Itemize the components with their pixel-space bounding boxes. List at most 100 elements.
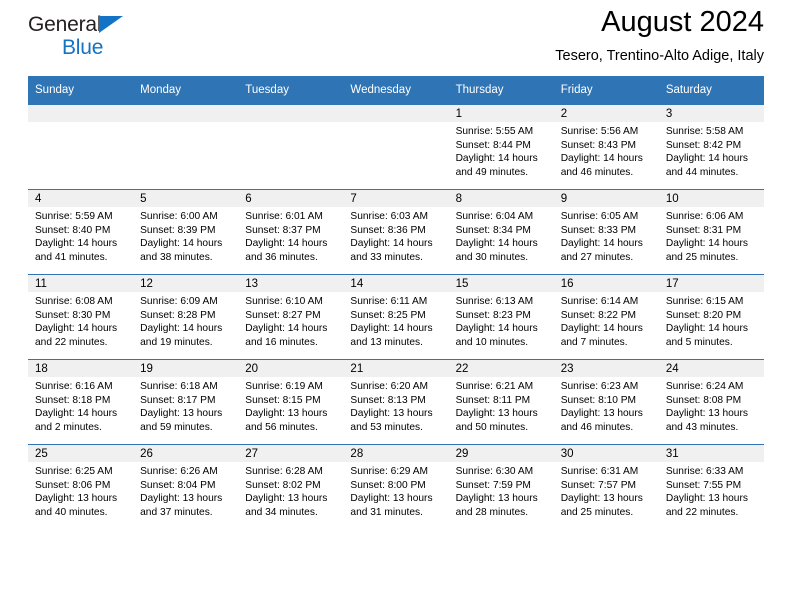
day-details: Sunrise: 6:19 AM Sunset: 8:15 PM Daylight:… bbox=[238, 377, 343, 434]
calendar-day-cell[interactable]: 9 Sunrise: 6:05 AM Sunset: 8:33 PM Daylight… bbox=[553, 189, 659, 275]
day-number: 29 bbox=[448, 445, 554, 462]
daylight-text-line1: Daylight: 13 hours bbox=[455, 408, 538, 420]
daylight-text-line1: Daylight: 14 hours bbox=[665, 323, 748, 335]
calendar-day-cell[interactable]: 11 Sunrise: 6:08 AM Sunset: 8:30 PM Dayligh… bbox=[28, 274, 134, 360]
calendar-day-cell[interactable]: 12 Sunrise: 6:09 AM Sunset: 8:28 PM Dayligh… bbox=[133, 274, 239, 360]
calendar-day-cell[interactable]: 21 Sunrise: 6:20 AM Sunset: 8:13 PM Dayligh… bbox=[343, 359, 449, 445]
calendar-day-cell[interactable]: 5 Sunrise: 6:00 AM Sunset: 8:39 PM Daylight… bbox=[133, 189, 239, 275]
daylight-text-line1: Daylight: 13 hours bbox=[35, 493, 118, 505]
day-details: Sunrise: 6:18 AM Sunset: 8:17 PM Daylight:… bbox=[133, 377, 238, 434]
daylight-text-line1: Daylight: 14 hours bbox=[140, 238, 223, 250]
calendar-day-cell[interactable]: 3 Sunrise: 5:58 AM Sunset: 8:42 PM Daylight… bbox=[658, 104, 764, 190]
calendar-day-cell[interactable]: 10 Sunrise: 6:06 AM Sunset: 8:31 PM Dayligh… bbox=[658, 189, 764, 275]
daylight-text-line1: Daylight: 13 hours bbox=[140, 408, 223, 420]
calendar-day-cell[interactable]: 6 Sunrise: 6:01 AM Sunset: 8:37 PM Daylight… bbox=[238, 189, 344, 275]
calendar-day-cell[interactable]: 18 Sunrise: 6:16 AM Sunset: 8:18 PM Dayligh… bbox=[28, 359, 134, 445]
calendar-day-cell[interactable]: 27 Sunrise: 6:28 AM Sunset: 8:02 PM Dayligh… bbox=[238, 444, 344, 529]
calendar-day-cell[interactable]: 2 Sunrise: 5:56 AM Sunset: 8:43 PM Daylight… bbox=[553, 104, 659, 190]
sunrise-text: Sunrise: 6:20 AM bbox=[350, 381, 429, 392]
sunrise-text: Sunrise: 6:28 AM bbox=[245, 466, 323, 477]
day-number: 20 bbox=[238, 360, 344, 377]
sunset-text: Sunset: 7:57 PM bbox=[560, 479, 637, 491]
calendar-day-cell[interactable]: 15 Sunrise: 6:13 AM Sunset: 8:23 PM Dayligh… bbox=[448, 274, 554, 360]
sunrise-text: Sunrise: 6:18 AM bbox=[140, 381, 218, 392]
daylight-text-line1: Daylight: 14 hours bbox=[560, 153, 643, 165]
calendar-week-row: 25 Sunrise: 6:25 AM Sunset: 8:06 PM Dayligh… bbox=[28, 444, 764, 529]
sunrise-text: Sunrise: 6:14 AM bbox=[560, 296, 639, 307]
day-number: 6 bbox=[238, 190, 344, 207]
calendar-day-cell[interactable]: 13 Sunrise: 6:10 AM Sunset: 8:27 PM Dayligh… bbox=[238, 274, 344, 360]
general-blue-logo[interactable]: General Blue bbox=[28, 14, 146, 58]
calendar-day-cell[interactable]: 24 Sunrise: 6:24 AM Sunset: 8:08 PM Dayligh… bbox=[658, 359, 764, 445]
calendar-day-cell[interactable]: 29 Sunrise: 6:30 AM Sunset: 7:59 PM Dayligh… bbox=[448, 444, 554, 529]
daylight-text-line1: Daylight: 14 hours bbox=[35, 323, 118, 335]
calendar-day-cell[interactable]: 20 Sunrise: 6:19 AM Sunset: 8:15 PM Dayligh… bbox=[238, 359, 344, 445]
daylight-text-line1: Daylight: 14 hours bbox=[245, 238, 328, 250]
calendar-day-cell[interactable]: 8 Sunrise: 6:04 AM Sunset: 8:34 PM Daylight… bbox=[448, 189, 554, 275]
calendar-day-cell[interactable]: 19 Sunrise: 6:18 AM Sunset: 8:17 PM Dayligh… bbox=[133, 359, 239, 445]
day-details: Sunrise: 6:11 AM Sunset: 8:25 PM Daylight:… bbox=[343, 292, 448, 349]
calendar-day-cell[interactable]: 22 Sunrise: 6:21 AM Sunset: 8:11 PM Dayligh… bbox=[448, 359, 554, 445]
sunset-text: Sunset: 8:15 PM bbox=[245, 394, 321, 406]
daylight-text-line1: Daylight: 14 hours bbox=[560, 323, 643, 335]
sunset-text: Sunset: 7:55 PM bbox=[665, 479, 742, 491]
sunrise-text: Sunrise: 6:30 AM bbox=[455, 466, 534, 477]
sunset-text: Sunset: 8:42 PM bbox=[665, 139, 742, 151]
sunrise-text: Sunrise: 5:56 AM bbox=[560, 126, 639, 137]
calendar-day-cell[interactable]: 30 Sunrise: 6:31 AM Sunset: 7:57 PM Dayligh… bbox=[553, 444, 659, 529]
calendar-day-cell[interactable]: 4 Sunrise: 5:59 AM Sunset: 8:40 PM Daylight… bbox=[28, 189, 134, 275]
daylight-text-line1: Daylight: 14 hours bbox=[455, 153, 538, 165]
calendar-week-row: 11 Sunrise: 6:08 AM Sunset: 8:30 PM Dayligh… bbox=[28, 274, 764, 360]
day-details: Sunrise: 6:10 AM Sunset: 8:27 PM Daylight:… bbox=[238, 292, 343, 349]
daylight-text-line1: Daylight: 14 hours bbox=[35, 238, 118, 250]
day-details: Sunrise: 5:59 AM Sunset: 8:40 PM Daylight:… bbox=[28, 207, 133, 264]
sunset-text: Sunset: 8:44 PM bbox=[455, 139, 531, 151]
daylight-text-line1: Daylight: 14 hours bbox=[350, 238, 433, 250]
day-details: Sunrise: 6:29 AM Sunset: 8:00 PM Daylight:… bbox=[343, 462, 448, 519]
sunset-text: Sunset: 8:10 PM bbox=[560, 394, 637, 406]
daylight-text-line1: Daylight: 14 hours bbox=[455, 238, 538, 250]
daylight-text-line2: and 44 minutes. bbox=[665, 166, 739, 178]
day-number: 8 bbox=[448, 190, 554, 207]
day-number: 24 bbox=[658, 360, 764, 377]
calendar-day-cell[interactable]: 26 Sunrise: 6:26 AM Sunset: 8:04 PM Dayligh… bbox=[133, 444, 239, 529]
day-number bbox=[28, 105, 134, 122]
daylight-text-line1: Daylight: 14 hours bbox=[35, 408, 118, 420]
sunset-text: Sunset: 8:04 PM bbox=[140, 479, 216, 491]
sunrise-text: Sunrise: 6:21 AM bbox=[455, 381, 534, 392]
day-number: 26 bbox=[133, 445, 239, 462]
calendar-page: General Blue August 2024 Tesero, Trentin… bbox=[0, 0, 792, 612]
day-number: 30 bbox=[553, 445, 659, 462]
daylight-text-line2: and 43 minutes. bbox=[665, 421, 739, 433]
calendar-day-cell[interactable]: 23 Sunrise: 6:23 AM Sunset: 8:10 PM Dayligh… bbox=[553, 359, 659, 445]
daylight-text-line1: Daylight: 14 hours bbox=[665, 238, 748, 250]
sunrise-text: Sunrise: 6:11 AM bbox=[350, 296, 428, 307]
day-number bbox=[343, 105, 449, 122]
day-number: 14 bbox=[343, 275, 449, 292]
sunrise-text: Sunrise: 6:01 AM bbox=[245, 211, 323, 222]
weekday-header-wednesday: Wednesday bbox=[343, 76, 449, 105]
daylight-text-line2: and 38 minutes. bbox=[140, 251, 213, 263]
daylight-text-line2: and 7 minutes. bbox=[560, 336, 628, 348]
calendar-day-cell[interactable]: 28 Sunrise: 6:29 AM Sunset: 8:00 PM Dayligh… bbox=[343, 444, 449, 529]
sunset-text: Sunset: 7:59 PM bbox=[455, 479, 531, 491]
daylight-text-line1: Daylight: 13 hours bbox=[140, 493, 223, 505]
location-subtitle: Tesero, Trentino-Alto Adige, Italy bbox=[555, 48, 764, 65]
sunrise-text: Sunrise: 6:24 AM bbox=[665, 381, 744, 392]
calendar-day-cell[interactable]: 16 Sunrise: 6:14 AM Sunset: 8:22 PM Dayligh… bbox=[553, 274, 659, 360]
calendar-day-cell[interactable]: 17 Sunrise: 6:15 AM Sunset: 8:20 PM Dayligh… bbox=[658, 274, 764, 360]
daylight-text-line2: and 31 minutes. bbox=[350, 506, 423, 518]
sunset-text: Sunset: 8:27 PM bbox=[245, 309, 321, 321]
day-details: Sunrise: 6:33 AM Sunset: 7:55 PM Daylight:… bbox=[659, 462, 764, 519]
sunrise-text: Sunrise: 5:59 AM bbox=[35, 211, 113, 222]
sunrise-text: Sunrise: 6:19 AM bbox=[245, 381, 323, 392]
calendar-day-cell[interactable]: 31 Sunrise: 6:33 AM Sunset: 7:55 PM Dayligh… bbox=[658, 444, 764, 529]
calendar-day-cell[interactable]: 1 Sunrise: 5:55 AM Sunset: 8:44 PM Daylight… bbox=[448, 104, 554, 190]
daylight-text-line2: and 30 minutes. bbox=[455, 251, 529, 263]
calendar-table: Sunday Monday Tuesday Wednesday Thursday Frid… bbox=[28, 76, 764, 529]
daylight-text-line1: Daylight: 14 hours bbox=[665, 153, 748, 165]
calendar-day-cell[interactable]: 7 Sunrise: 6:03 AM Sunset: 8:36 PM Daylight… bbox=[343, 189, 449, 275]
calendar-day-cell[interactable]: 14 Sunrise: 6:11 AM Sunset: 8:25 PM Dayligh… bbox=[343, 274, 449, 360]
calendar-day-cell[interactable]: 25 Sunrise: 6:25 AM Sunset: 8:06 PM Dayligh… bbox=[28, 444, 134, 529]
sunset-text: Sunset: 8:18 PM bbox=[35, 394, 111, 406]
